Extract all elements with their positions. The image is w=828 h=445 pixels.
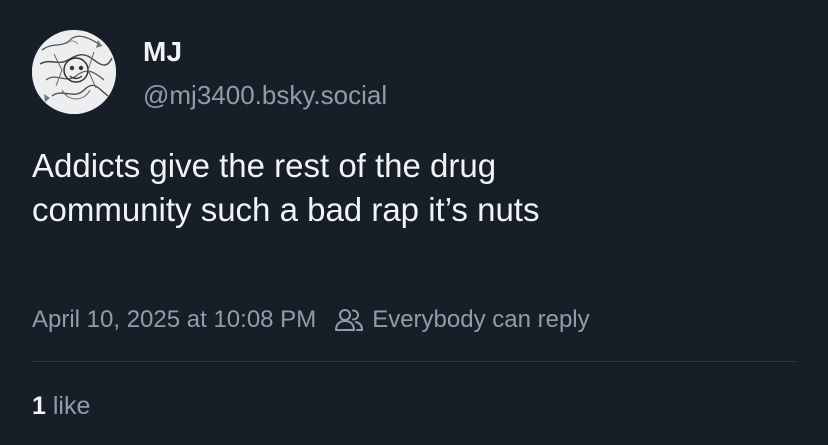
post-text-line: Addicts give the rest of the drug — [32, 147, 497, 184]
people-icon — [334, 307, 364, 333]
like-label: like — [52, 392, 91, 420]
avatar-sketch-illustration — [32, 30, 116, 114]
post-card: MJ @mj3400.bsky.social Addicts give the … — [0, 0, 828, 445]
divider — [32, 361, 796, 362]
post-text: Addicts give the rest of the drug commun… — [32, 144, 732, 232]
post-text-line: community such a bad rap it’s nuts — [32, 191, 540, 228]
post-meta: April 10, 2025 at 10:08 PM Everybody can… — [32, 306, 590, 334]
reply-setting[interactable]: Everybody can reply — [372, 306, 589, 334]
avatar[interactable] — [32, 30, 116, 114]
author-handle[interactable]: @mj3400.bsky.social — [143, 80, 387, 111]
like-count: 1 — [32, 392, 46, 420]
post-timestamp[interactable]: April 10, 2025 at 10:08 PM — [32, 306, 316, 334]
author-display-name[interactable]: MJ — [143, 36, 182, 68]
likes-count-link[interactable]: 1 like — [32, 392, 90, 421]
